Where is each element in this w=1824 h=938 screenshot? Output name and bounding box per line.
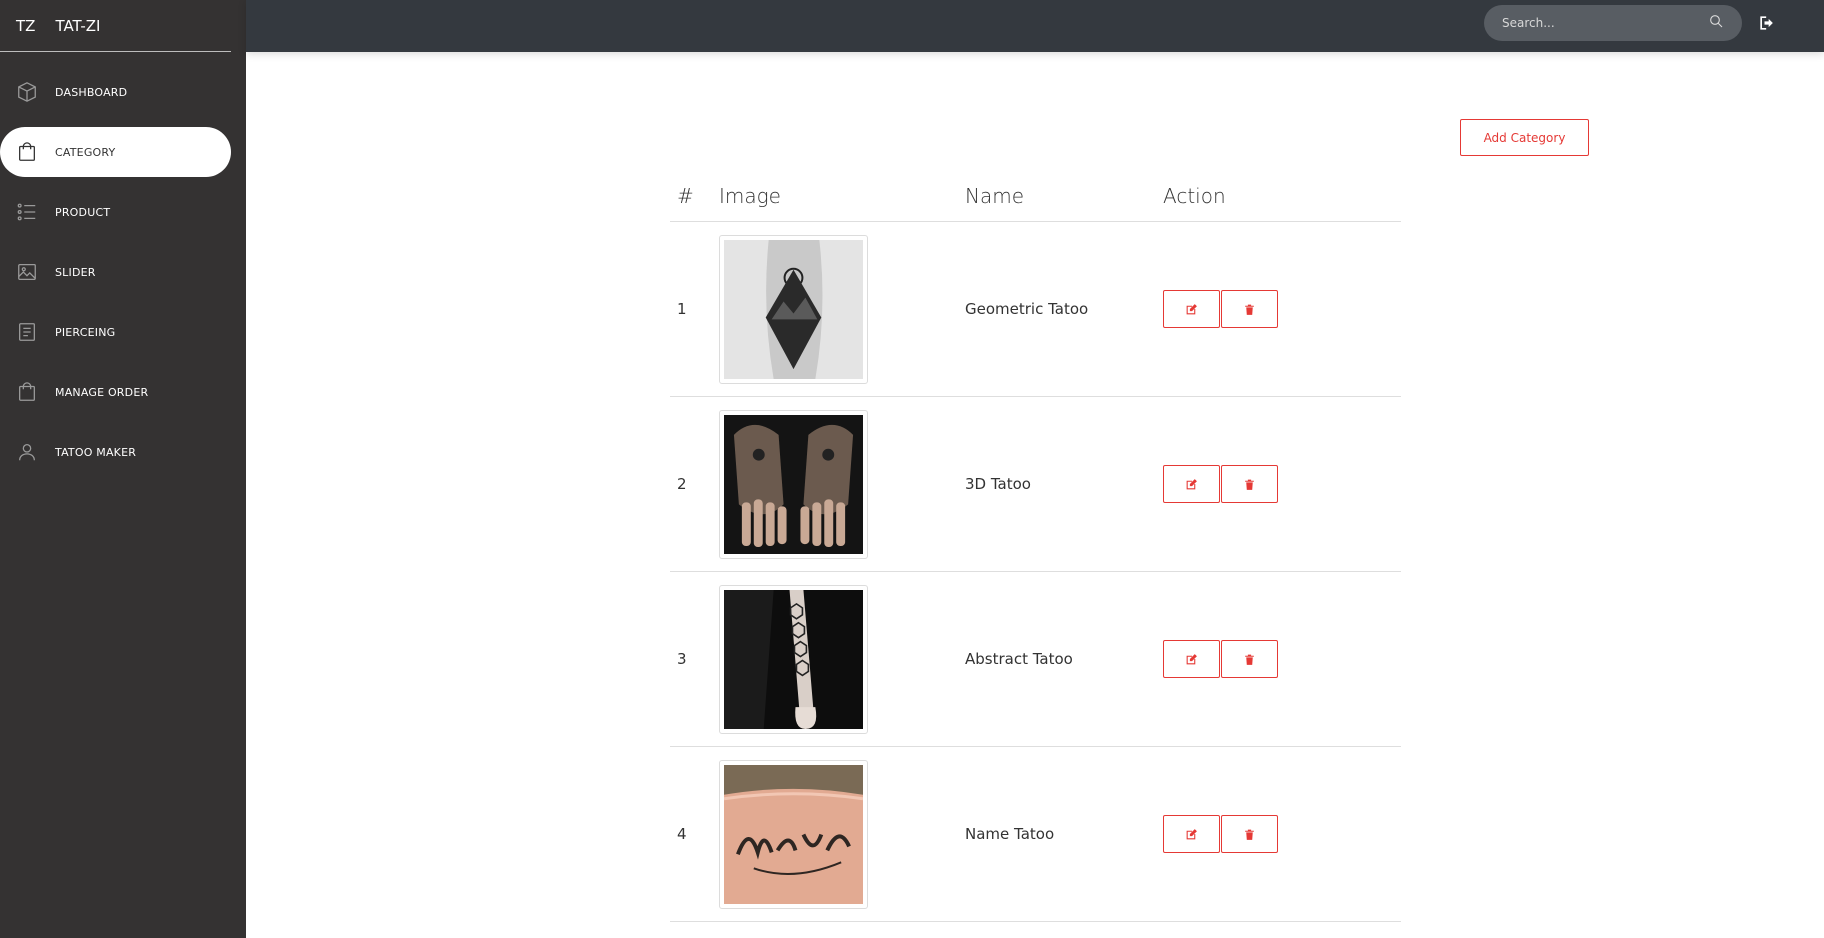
edit-button[interactable] (1163, 815, 1220, 853)
table-header: # Image Name Action (670, 170, 1401, 222)
column-header-name: Name (965, 183, 1025, 208)
row-number: 2 (677, 475, 687, 493)
category-name: Name Tatoo (965, 825, 1055, 843)
sidebar-item-tatoo-maker[interactable]: TATOO MAKER (0, 427, 231, 477)
category-table: # Image Name Action 1 Geometric Tatoo 2 (670, 170, 1401, 922)
table-row: 1 Geometric Tatoo (670, 222, 1401, 397)
row-number: 4 (677, 825, 687, 843)
image-cell (719, 759, 965, 909)
sidebar-item-label: MANAGE ORDER (55, 385, 149, 399)
search-box (1484, 5, 1742, 41)
brand-name: TAT-ZI (55, 17, 101, 35)
abstract-tattoo-image (724, 589, 863, 729)
edit-icon (1186, 653, 1197, 664)
delete-button[interactable] (1221, 465, 1278, 503)
sidebar-nav: DASHBOARD CATEGORY PRODUCT SLIDER PIERCE… (0, 67, 246, 487)
column-header-image: Image (719, 183, 781, 208)
logout-icon[interactable] (1756, 12, 1778, 34)
name-tattoo-image (724, 764, 863, 904)
image-cell (719, 234, 965, 384)
sidebar-item-label: SLIDER (55, 265, 96, 279)
geometric-tattoo-image (724, 239, 863, 379)
topbar (246, 0, 1824, 52)
edit-icon (1186, 828, 1197, 839)
cube-icon (16, 81, 38, 103)
column-header-action: Action (1163, 183, 1226, 208)
trash-icon (1245, 479, 1254, 490)
column-header-number: # (677, 183, 694, 208)
sidebar-item-product[interactable]: PRODUCT (0, 187, 231, 237)
user-icon (16, 441, 38, 463)
search-input[interactable] (1502, 16, 1708, 30)
category-image (719, 409, 868, 559)
delete-button[interactable] (1221, 815, 1278, 853)
shopping-bag-icon (16, 381, 38, 403)
action-group (1163, 640, 1401, 678)
sidebar-item-label: PRODUCT (55, 205, 111, 219)
brand[interactable]: TZ TAT-ZI (0, 0, 246, 52)
trash-icon (1245, 654, 1254, 665)
image-cell (719, 584, 965, 734)
sidebar-item-label: TATOO MAKER (55, 445, 137, 459)
edit-icon (1186, 303, 1197, 314)
action-group (1163, 815, 1401, 853)
search-icon[interactable] (1708, 13, 1724, 33)
sidebar-item-label: PIERCEING (55, 325, 116, 339)
row-number: 1 (677, 300, 687, 318)
add-category-button[interactable]: Add Category (1460, 119, 1589, 156)
category-name: Geometric Tatoo (965, 300, 1089, 318)
3d-tattoo-image (724, 414, 863, 554)
edit-icon (1186, 478, 1197, 489)
delete-button[interactable] (1221, 290, 1278, 328)
sidebar-item-dashboard[interactable]: DASHBOARD (0, 67, 231, 117)
list-icon (16, 201, 38, 223)
action-group (1163, 465, 1401, 503)
category-image (719, 234, 868, 384)
brand-abbr: TZ (16, 17, 36, 35)
trash-icon (1245, 304, 1254, 315)
sidebar-item-label: CATEGORY (55, 145, 116, 159)
image-icon (16, 261, 38, 283)
edit-button[interactable] (1163, 640, 1220, 678)
sidebar-item-pierceing[interactable]: PIERCEING (0, 307, 231, 357)
category-name: 3D Tatoo (965, 475, 1031, 493)
divider (0, 51, 231, 52)
category-image (719, 759, 868, 909)
table-row: 4 Name Tatoo (670, 747, 1401, 922)
category-image (719, 584, 868, 734)
sidebar-item-manage-order[interactable]: MANAGE ORDER (0, 367, 231, 417)
delete-button[interactable] (1221, 640, 1278, 678)
image-cell (719, 409, 965, 559)
table-row: 2 3D Tatoo (670, 397, 1401, 572)
row-number: 3 (677, 650, 687, 668)
edit-button[interactable] (1163, 290, 1220, 328)
action-group (1163, 290, 1401, 328)
trash-icon (1245, 829, 1254, 840)
category-name: Abstract Tatoo (965, 650, 1073, 668)
shopping-bag-icon (16, 141, 38, 163)
sidebar-item-category[interactable]: CATEGORY (0, 127, 231, 177)
sidebar: TZ TAT-ZI DASHBOARD CATEGORY PRODUCT SLI… (0, 0, 246, 938)
table-row: 3 Abstract Tatoo (670, 572, 1401, 747)
edit-button[interactable] (1163, 465, 1220, 503)
sidebar-item-label: DASHBOARD (55, 85, 128, 99)
document-icon (16, 321, 38, 343)
sidebar-item-slider[interactable]: SLIDER (0, 247, 231, 297)
